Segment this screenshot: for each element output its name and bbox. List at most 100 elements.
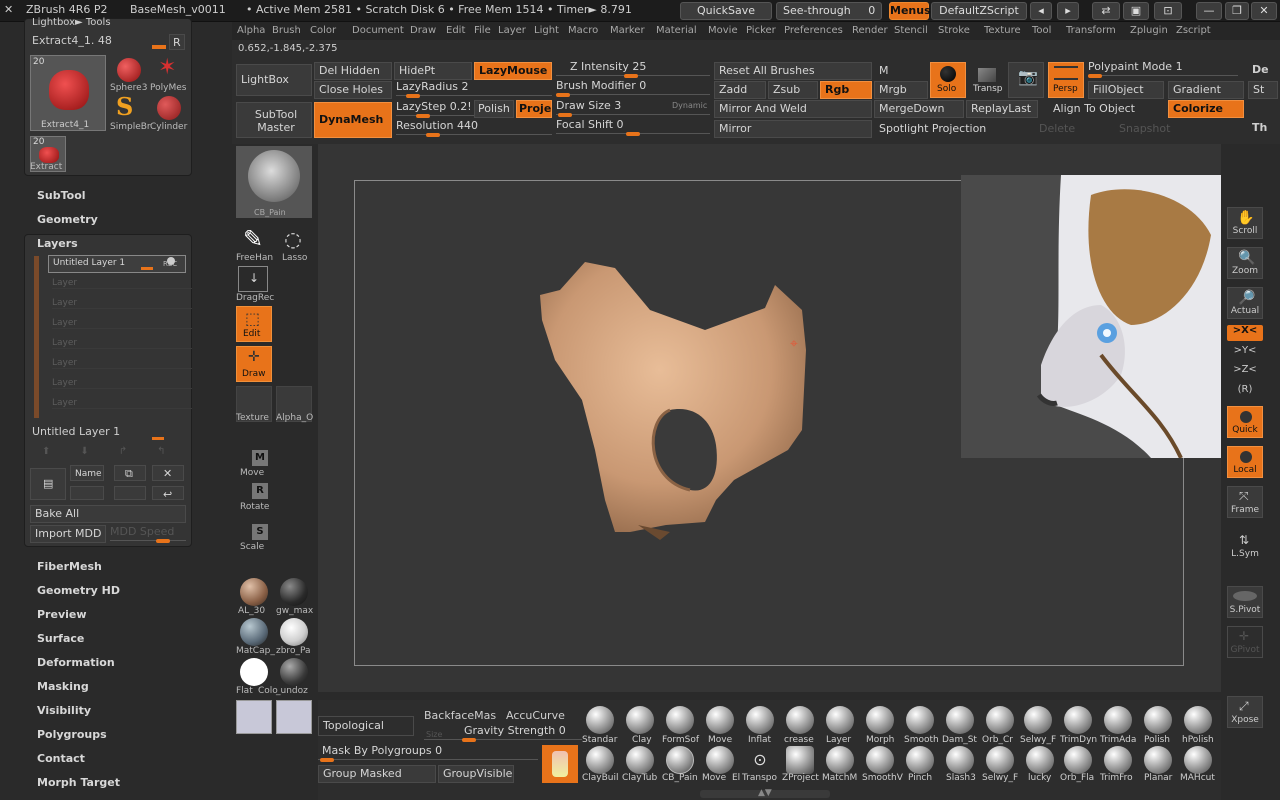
geometry-hd-section[interactable]: Geometry HD [37, 584, 120, 597]
current-brush-slot[interactable] [542, 745, 578, 783]
brush-clay-icon[interactable] [626, 706, 654, 734]
subtool-master-button[interactable]: SubTool Master [236, 102, 312, 138]
geometry-section[interactable]: Geometry [37, 213, 98, 226]
sphere3-icon[interactable] [117, 58, 141, 82]
brush-damstandard-icon[interactable] [946, 706, 974, 734]
scale-key-icon[interactable]: S [252, 524, 268, 540]
morph-target-section[interactable]: Morph Target [37, 776, 120, 789]
delete-button[interactable]: Delete [1034, 120, 1108, 138]
draw-size-slider[interactable]: Draw Size 3 Dynamic [556, 99, 710, 117]
menu-draw[interactable]: Draw [410, 25, 436, 36]
brush-lucky-icon[interactable] [1026, 746, 1054, 774]
tool-thumbnail-main[interactable]: 20 Extract4_1 [30, 55, 106, 131]
brush-move-icon[interactable] [706, 706, 734, 734]
mask-by-polygroups-slider[interactable]: Mask By Polygroups 0 [318, 744, 538, 762]
layer-slot[interactable]: Layer [52, 278, 192, 289]
menu-tool[interactable]: Tool [1032, 25, 1051, 36]
menu-stencil[interactable]: Stencil [894, 25, 928, 36]
z-intensity-slider[interactable]: Z Intensity 25 [556, 60, 710, 78]
maximize-icon[interactable]: ❐ [1225, 2, 1249, 20]
layer-strength-knob[interactable] [141, 267, 153, 270]
rotate-label[interactable]: Rotate [240, 502, 269, 512]
gravity-strength-slider[interactable]: Size Gravity Strength 0 [424, 724, 582, 742]
menu-brush[interactable]: Brush [272, 25, 301, 36]
spivot-button[interactable]: S.Pivot [1227, 586, 1263, 618]
brush-trimfront-icon[interactable] [1104, 746, 1132, 774]
move-label[interactable]: Move [240, 468, 264, 478]
close-icon[interactable]: ✕ [1251, 2, 1277, 20]
spotlight-projection-button[interactable]: Spotlight Projection [874, 120, 1032, 138]
layer-merge-icon[interactable] [70, 486, 104, 500]
layer-slot[interactable]: Layer [52, 298, 192, 309]
x-axis-toggle[interactable]: >X< [1227, 325, 1263, 341]
brush-modifier-slider[interactable]: Brush Modifier 0 [556, 79, 710, 97]
default-zscript-button[interactable]: DefaultZScript [931, 2, 1027, 20]
material-gwmax-icon[interactable] [280, 578, 308, 606]
collapse-arrow-icon[interactable]: ▲▼ [758, 788, 772, 798]
window-icon[interactable]: ▣ [1123, 2, 1149, 20]
close-holes-button[interactable]: Close Holes [314, 81, 392, 99]
layer-slot[interactable]: Layer [52, 318, 192, 329]
fibermesh-section[interactable]: FiberMesh [37, 560, 102, 573]
sculpt-mesh[interactable] [520, 250, 820, 550]
layer-settings-icon[interactable]: ↩ [152, 486, 184, 500]
brush-selwy2-icon[interactable] [986, 746, 1014, 774]
masking-section[interactable]: Masking [37, 680, 89, 693]
scroll-button[interactable]: ✋ Scroll [1227, 207, 1263, 239]
mrgb-button[interactable]: Mrgb [874, 81, 928, 99]
current-layer-row[interactable]: Untitled Layer 1 REC [48, 255, 186, 273]
layer-slot[interactable]: Layer [52, 338, 192, 349]
polish-toggle[interactable]: Polish [474, 100, 514, 118]
rgb-button[interactable]: Rgb [820, 81, 872, 99]
group-masked-button[interactable]: Group Masked [318, 765, 436, 783]
lightbox-tools-label[interactable]: Lightbox► Tools [32, 17, 111, 28]
reset-all-brushes-button[interactable]: Reset All Brushes [714, 62, 872, 80]
lazymouse-button[interactable]: LazyMouse [474, 62, 552, 80]
brush-standard-icon[interactable] [586, 706, 614, 734]
freehand-stroke-icon[interactable]: ✎ [238, 224, 268, 254]
brush-crease-icon[interactable] [786, 706, 814, 734]
menus-button[interactable]: Menus [889, 2, 931, 20]
flat-color-icon[interactable] [240, 658, 268, 686]
layer-arrow-buttons[interactable]: ⬆⬇↱↰ [32, 446, 184, 460]
matcap-icon[interactable] [240, 618, 268, 646]
gpivot-button[interactable]: ✛ GPivot [1227, 626, 1263, 658]
alpha-brush-thumbnail[interactable]: CB_Pain [236, 146, 312, 218]
brush-orbcracks-icon[interactable] [986, 706, 1014, 734]
fillobject-button[interactable]: FillObject [1088, 81, 1164, 99]
brush-matchmaker-icon[interactable] [826, 746, 854, 774]
menu-macro[interactable]: Macro [568, 25, 598, 36]
mergedown-button[interactable]: MergeDown [874, 100, 964, 118]
colorize-button[interactable]: Colorize [1168, 100, 1244, 118]
mirror-button[interactable]: Mirror [714, 120, 872, 138]
tool-r-button[interactable]: R [169, 34, 185, 50]
layers-scrollbar[interactable] [34, 256, 39, 418]
mdd-speed-slider[interactable]: MDD Speed [110, 525, 186, 543]
de-label[interactable]: De [1252, 63, 1269, 76]
swap-icon[interactable]: ⇄ [1092, 2, 1120, 20]
local-button[interactable]: Local [1227, 446, 1263, 478]
frame-button[interactable]: ⤧ Frame [1227, 486, 1263, 518]
menu-alpha[interactable]: Alpha [237, 25, 265, 36]
layer-slot[interactable]: Layer [52, 378, 192, 389]
zsub-button[interactable]: Zsub [768, 81, 818, 99]
lightbox-button[interactable]: LightBox [236, 64, 312, 96]
menu-stroke[interactable]: Stroke [938, 25, 970, 36]
menu-movie[interactable]: Movie [708, 25, 738, 36]
move-key-icon[interactable]: M [252, 450, 268, 466]
menu-render[interactable]: Render [852, 25, 888, 36]
subtool-section[interactable]: SubTool [37, 189, 86, 202]
brush-orbflatten-icon[interactable] [1064, 746, 1092, 774]
record-icon[interactable] [167, 257, 175, 265]
quick-button[interactable]: Quick [1227, 406, 1263, 438]
menu-file[interactable]: File [474, 25, 491, 36]
menu-preferences[interactable]: Preferences [784, 25, 843, 36]
replaylast-button[interactable]: ReplayLast [966, 100, 1038, 118]
camera-icon[interactable]: 📷 [1008, 62, 1044, 98]
tool-slider-knob[interactable] [152, 45, 166, 49]
menu-edit[interactable]: Edit [446, 25, 465, 36]
mirror-and-weld-button[interactable]: Mirror And Weld [714, 100, 872, 118]
brush-morph-icon[interactable] [866, 706, 894, 734]
radial-toggle[interactable]: (R) [1227, 384, 1263, 400]
menu-marker[interactable]: Marker [610, 25, 645, 36]
